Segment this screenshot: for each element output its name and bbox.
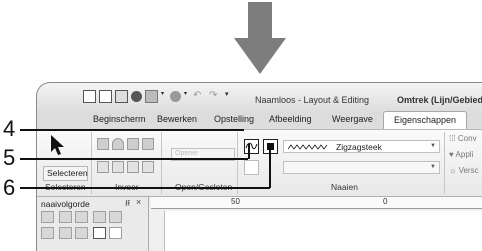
chevron-down-icon: ▼	[430, 143, 436, 149]
region-sew-icon[interactable]	[244, 160, 259, 175]
callout-number-5: 5	[3, 145, 16, 170]
stitch-type-value: Zigzagsteek	[336, 142, 382, 152]
horizontal-ruler: 50 0	[151, 197, 482, 209]
callout-line	[20, 158, 248, 160]
undo-icon[interactable]: ↶	[193, 90, 206, 103]
callout-line	[269, 144, 271, 188]
select-button[interactable]: Selecteren	[43, 166, 88, 181]
tab-afbeelding[interactable]: Afbeelding	[269, 114, 312, 124]
panel-tool-icon[interactable]	[59, 227, 72, 239]
pin-icon[interactable]: ⭿	[125, 198, 130, 212]
redo-icon[interactable]: ↷	[209, 90, 222, 103]
input-tool-icon[interactable]	[97, 161, 109, 173]
callout-line	[20, 187, 270, 189]
input-tool-icon[interactable]	[127, 161, 139, 173]
applique-item[interactable]: ♥ Appli	[449, 150, 473, 159]
input-tool-icon[interactable]	[142, 161, 154, 173]
group-separator	[91, 132, 92, 194]
scissors-icon[interactable]	[93, 227, 106, 239]
sun-icon: ☼	[449, 166, 459, 175]
panel-tool-icon[interactable]	[59, 211, 72, 223]
ruler-label: 50	[231, 197, 240, 206]
stitch-type-combo[interactable]: Zigzagsteek ▼	[283, 140, 440, 153]
callout-number-6: 6	[3, 175, 16, 200]
window-title: Naamloos - Layout & Editing	[255, 95, 370, 105]
convert-icon: ⁞⁞⁞	[449, 134, 458, 143]
callout-line	[20, 129, 244, 131]
panel-tool-icon[interactable]	[93, 211, 106, 223]
title-bar: ▾ ▾ ↶ ↷ ▾ Naamloos - Layout & Editing Om…	[37, 83, 482, 111]
freehand-tool-icon[interactable]	[127, 138, 139, 150]
zigzag-stitch-icon	[288, 144, 328, 150]
new-file-icon[interactable]	[83, 90, 96, 103]
open-file-icon[interactable]	[99, 90, 112, 103]
shape-tool-icon[interactable]	[97, 138, 109, 150]
ruler-label: 0	[383, 197, 388, 206]
tab-beginscherm[interactable]: Beginscherm	[93, 114, 146, 124]
ribbon-tabs: Beginscherm Bewerken Opstelling Afbeeldi…	[37, 111, 482, 129]
callout-number-4: 4	[3, 116, 16, 141]
dropdown-icon[interactable]: ▾	[184, 90, 190, 103]
customize-qat-icon[interactable]: ▾	[225, 90, 238, 103]
convert-item[interactable]: ⁞⁞⁞ Conv	[449, 134, 477, 143]
circle-tool-icon[interactable]	[170, 91, 181, 102]
callout-line	[248, 144, 250, 159]
open-closed-value: Opener	[175, 150, 199, 157]
sewing-order-panel: naaivolgorde ⭿ ×	[37, 197, 149, 251]
select-button-label: Selecteren	[47, 168, 88, 178]
tab-bewerken[interactable]: Bewerken	[157, 114, 197, 124]
panel-tool-icon[interactable]	[41, 227, 54, 239]
tab-opstelling[interactable]: Opstelling	[214, 114, 254, 124]
panel-tool-icon[interactable]	[75, 227, 88, 239]
panel-title: naaivolgorde	[41, 199, 90, 209]
curve-tool-icon[interactable]	[112, 138, 124, 150]
group-separator	[161, 132, 162, 194]
region-stitch-combo[interactable]: ▼	[283, 161, 440, 174]
group-label-naaien: Naaien	[331, 182, 358, 192]
tab-weergave[interactable]: Weergave	[332, 114, 373, 124]
group-separator	[237, 132, 238, 194]
dropdown-icon[interactable]: ▾	[161, 90, 167, 103]
select-arrow-icon[interactable]	[49, 134, 65, 156]
cursor-icon[interactable]	[109, 227, 122, 239]
close-icon[interactable]: ×	[136, 197, 141, 207]
panel-tool-icon[interactable]	[109, 211, 122, 223]
quick-access-toolbar: ▾ ▾ ↶ ↷ ▾	[83, 90, 238, 103]
workspace: naaivolgorde ⭿ × 50 0	[37, 197, 482, 251]
line-tool-icon[interactable]	[142, 138, 154, 150]
group-separator	[444, 132, 445, 194]
chevron-down-icon: ▼	[430, 164, 436, 170]
tab-eigenschappen[interactable]: Eigenschappen	[383, 111, 468, 129]
record-icon[interactable]	[131, 91, 142, 102]
line-sew-toggle-icon[interactable]	[244, 139, 259, 154]
design-canvas[interactable]	[164, 211, 482, 251]
input-tool-icon[interactable]	[112, 161, 124, 173]
panel-tool-icon[interactable]	[41, 211, 54, 223]
settings-gear-icon[interactable]	[145, 90, 158, 103]
down-arrow-icon	[234, 2, 286, 74]
application-window: ▾ ▾ ↶ ↷ ▾ Naamloos - Layout & Editing Om…	[36, 82, 482, 251]
panel-tool-icon[interactable]	[75, 211, 88, 223]
shift-item[interactable]: ☼ Versc	[449, 166, 479, 175]
contextual-tab-group-title: Omtrek (Lijn/Gebied)	[397, 95, 482, 105]
save-icon[interactable]	[115, 90, 128, 103]
